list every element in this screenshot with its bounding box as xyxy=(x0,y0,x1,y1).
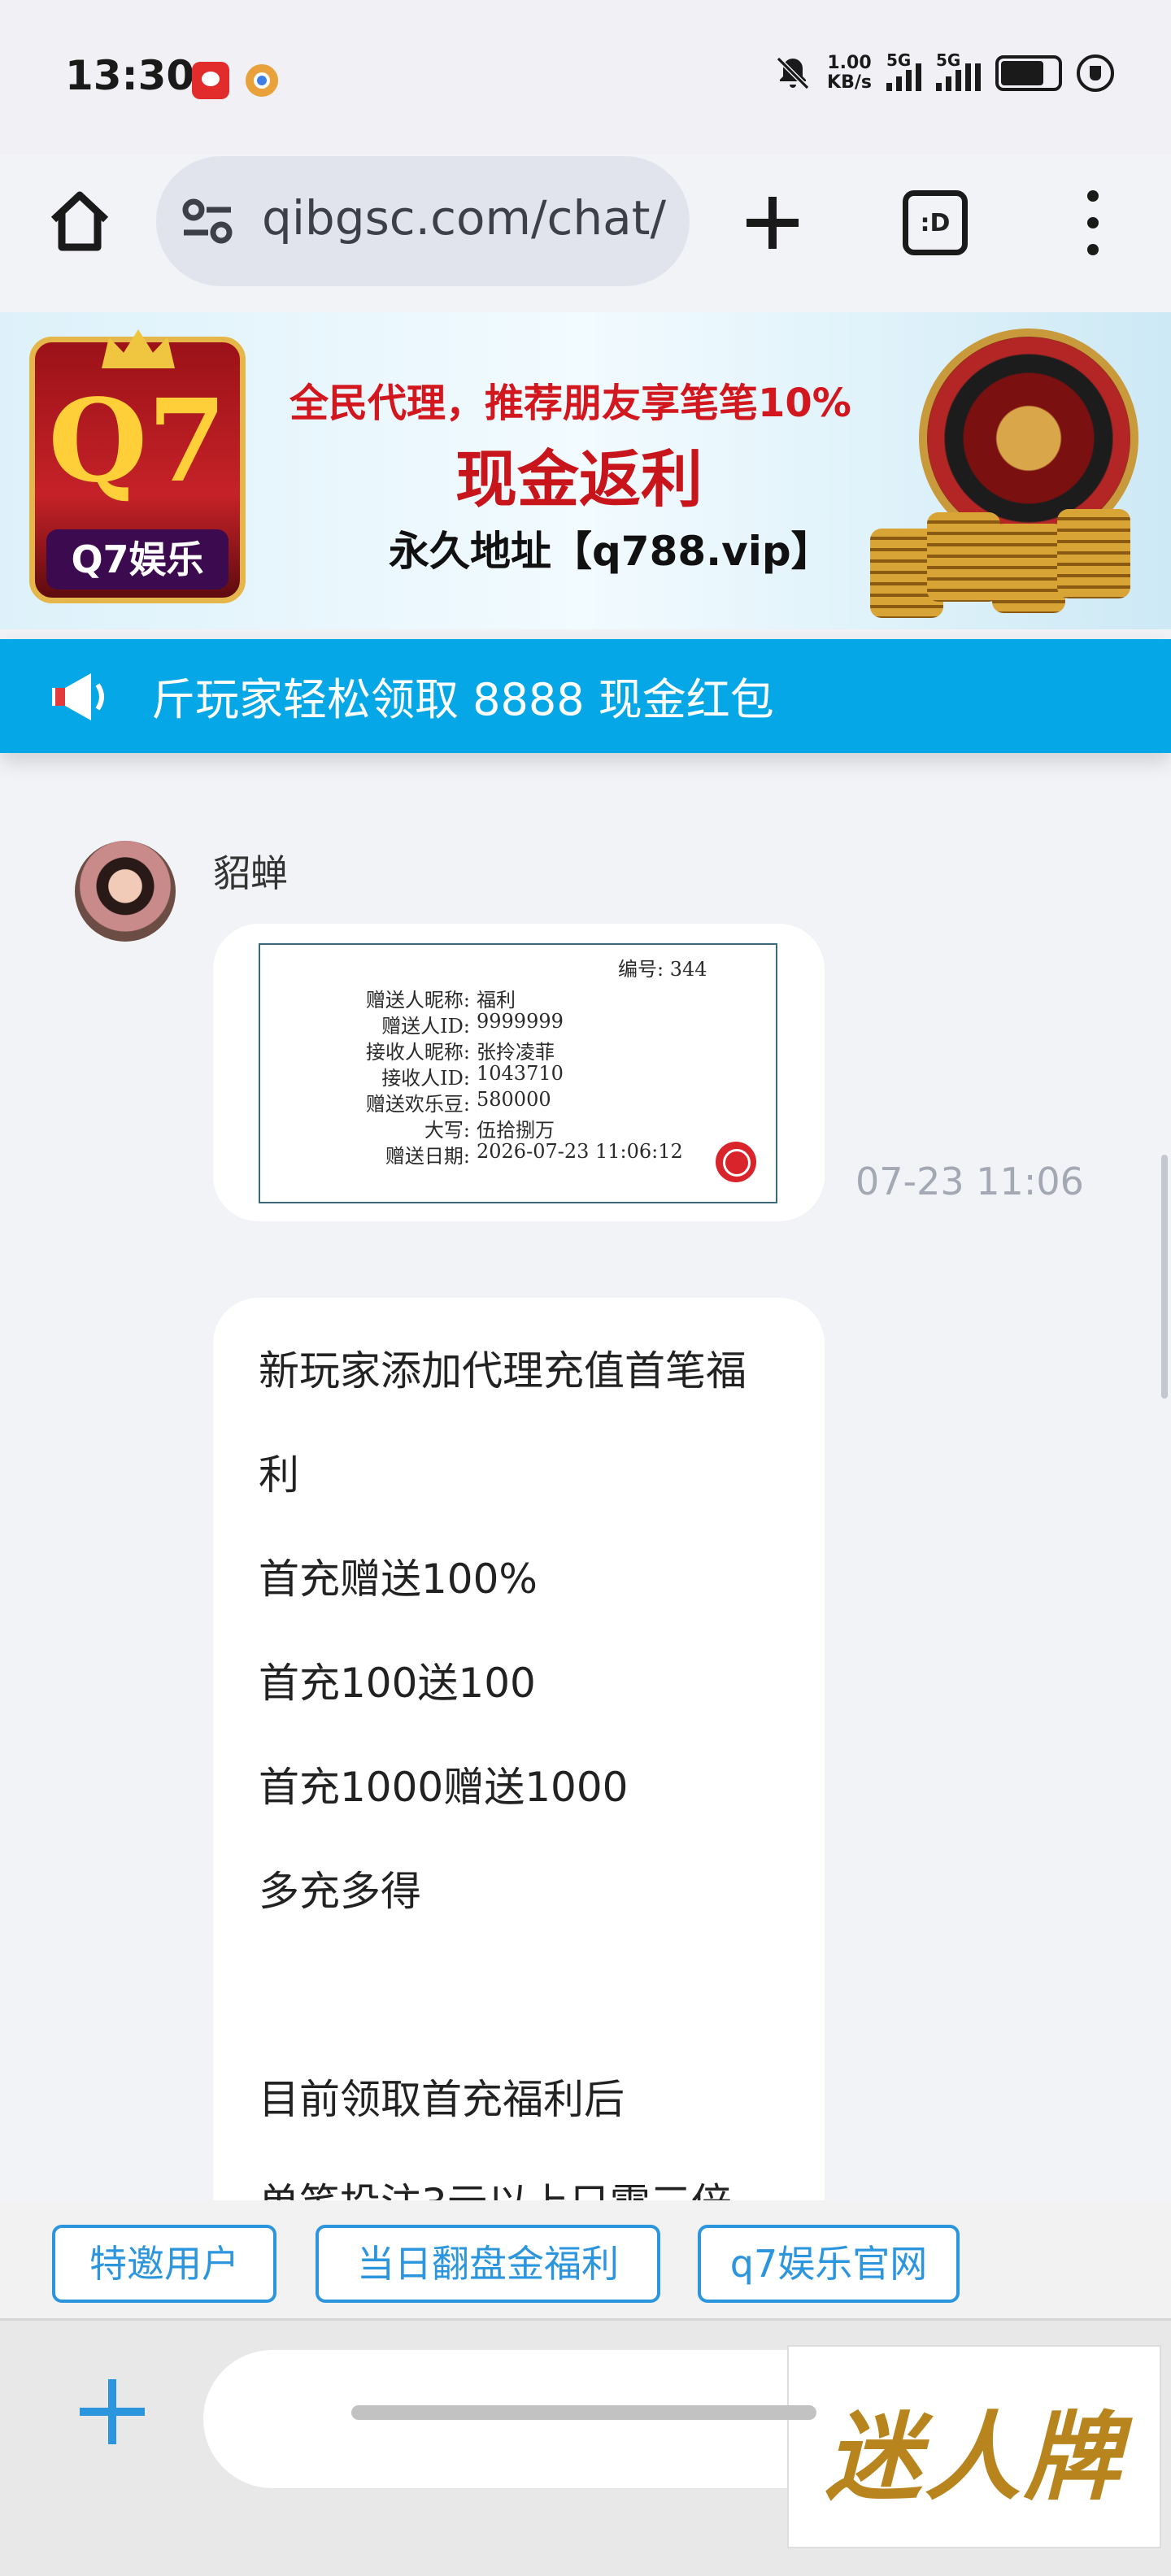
certificate-row: 赠送日期: 2026-07-23 11:06:12 xyxy=(260,1140,764,1168)
signal-sim1-icon: 5G xyxy=(886,50,921,91)
banner-line1: 全民代理，推荐朋友享笔笔10% xyxy=(289,381,851,426)
battery-icon xyxy=(995,55,1062,91)
seal-stamp-icon xyxy=(716,1142,756,1182)
status-bar: 13:30 1.00 KB/s 5G 5G xyxy=(0,0,1171,154)
certificate-row: 赠送人昵称: 福利 xyxy=(260,984,764,1012)
new-tab-icon[interactable] xyxy=(742,192,803,254)
message-line: 目前领取首充福利后 xyxy=(259,2076,625,2123)
notification-app-icon xyxy=(192,62,229,99)
home-icon[interactable] xyxy=(47,187,112,255)
certificate-row: 大写: 伍拾捌万 xyxy=(260,1114,764,1142)
avatar[interactable] xyxy=(75,841,176,942)
chrome-icon xyxy=(246,64,278,97)
notice-text: 斤玩家轻松领取 8888 现金红包 xyxy=(151,674,774,725)
gift-certificate-image[interactable]: 编号: 344 赠送人昵称: 福利 赠送人ID: 9999999 接收人昵称: 张拎凌… xyxy=(259,943,777,1203)
message-line: 首充赠送100% xyxy=(259,1556,538,1603)
row-value: 580000 xyxy=(477,1088,551,1111)
network-speed-unit: KB/s xyxy=(827,72,872,93)
quick-reply-bar: 特邀用户 当日翻盘金福利 q7娱乐官网 xyxy=(0,2200,1171,2321)
tab-switcher-icon[interactable]: :D xyxy=(903,190,968,255)
add-attachment-icon[interactable] xyxy=(73,2373,151,2451)
charging-icon xyxy=(1077,54,1114,92)
megaphone-icon xyxy=(52,673,104,720)
row-value: 张拎凌菲 xyxy=(477,1041,555,1064)
row-value: 9999999 xyxy=(477,1010,564,1033)
row-value: 福利 xyxy=(477,989,516,1012)
input-bar: 迷人牌 xyxy=(0,2321,1171,2576)
network-speed-value: 1.00 xyxy=(827,53,872,73)
certificate-row: 接收人昵称: 张拎凌菲 xyxy=(260,1036,764,1064)
site-settings-icon[interactable] xyxy=(181,198,234,244)
text-message-bubble[interactable]: 新玩家添加代理充值首笔福 利 首充赠送100% 首充100送100 首充1000… xyxy=(213,1298,825,2306)
notice-bar: 斤玩家轻松领取 8888 现金红包 xyxy=(0,639,1171,753)
quick-reply-daily-bonus[interactable]: 当日翻盘金福利 xyxy=(316,2225,660,2303)
sim2-label: 5G xyxy=(936,50,961,70)
row-key: 大写: xyxy=(424,1119,470,1142)
status-indicators: 1.00 KB/s 5G 5G xyxy=(773,50,1114,93)
sender-name: 貂蝉 xyxy=(213,851,288,895)
row-key: 接收人昵称: xyxy=(365,1041,470,1064)
certificate-row: 接收人ID: 1043710 xyxy=(260,1062,764,1090)
url-text[interactable]: qibgsc.com/chat/ xyxy=(262,190,668,246)
network-speed: 1.00 KB/s xyxy=(827,54,872,93)
banner-line3: 永久地址【q788.vip】 xyxy=(389,528,832,575)
sim1-label: 5G xyxy=(886,50,912,70)
q7-logo: Q7 Q7娱乐 xyxy=(29,329,246,603)
row-value: 伍拾捌万 xyxy=(477,1119,555,1142)
message-line: 多充多得 xyxy=(259,1868,421,1915)
mute-bell-icon xyxy=(776,56,810,90)
message-line: 首充1000赠送1000 xyxy=(259,1764,629,1811)
certificate-number: 编号: 344 xyxy=(618,958,707,981)
status-time: 13:30 xyxy=(65,52,195,99)
quick-reply-official-site[interactable]: q7娱乐官网 xyxy=(698,2225,960,2303)
brand-watermark: 迷人牌 xyxy=(787,2345,1161,2548)
message-line: 利 xyxy=(259,1451,299,1499)
gesture-bar[interactable] xyxy=(351,2405,816,2420)
logo-name: Q7娱乐 xyxy=(46,529,229,590)
promo-banner[interactable]: Q7 Q7娱乐 全民代理，推荐朋友享笔笔10% 现金返利 永久地址【q788.v… xyxy=(0,312,1171,629)
row-key: 接收人ID: xyxy=(381,1067,470,1090)
brand-text: 迷人牌 xyxy=(825,2400,1123,2513)
certificate-row: 赠送欢乐豆: 580000 xyxy=(260,1088,764,1116)
certificate-row: 赠送人ID: 9999999 xyxy=(260,1010,764,1038)
crown-icon xyxy=(102,329,175,368)
coin-stacks-image xyxy=(870,504,1138,618)
row-value: 2026-07-23 11:06:12 xyxy=(477,1140,683,1163)
row-value: 1043710 xyxy=(477,1062,564,1085)
row-key: 赠送欢乐豆: xyxy=(365,1093,470,1116)
message-line: 新玩家添加代理充值首笔福 xyxy=(259,1347,747,1395)
banner-line2: 现金返利 xyxy=(455,443,703,516)
message-timestamp: 07-23 11:06 xyxy=(855,1160,1084,1203)
logo-big-text: Q7 xyxy=(48,375,227,508)
row-key: 赠送人ID: xyxy=(381,1015,470,1038)
row-key: 赠送人昵称: xyxy=(365,989,470,1012)
signal-sim2-icon: 5G xyxy=(936,50,981,91)
message-line: 首充100送100 xyxy=(259,1660,536,1707)
more-menu-icon[interactable] xyxy=(1077,190,1109,255)
row-key: 赠送日期: xyxy=(385,1145,470,1168)
scrollbar-thumb[interactable] xyxy=(1161,1155,1168,1399)
quick-reply-invited-users[interactable]: 特邀用户 xyxy=(52,2225,276,2303)
